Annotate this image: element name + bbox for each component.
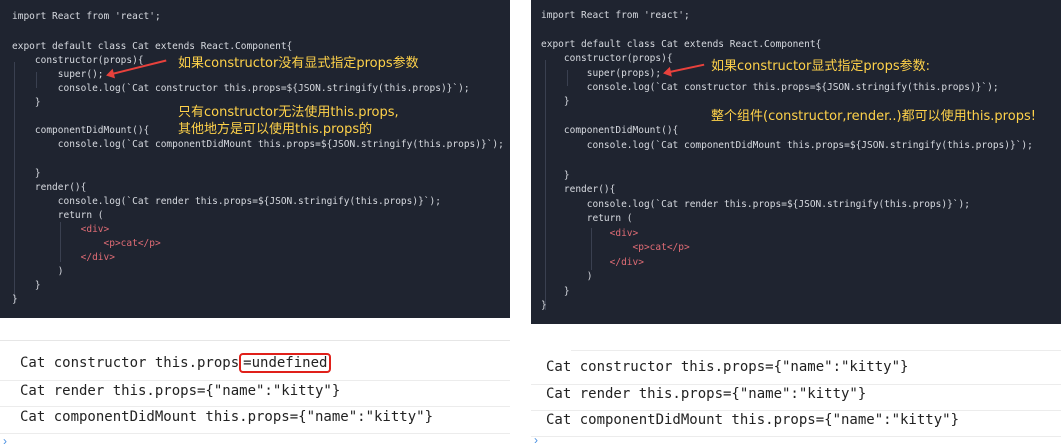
divider [571, 350, 1061, 351]
code-line: import React from 'react'; [12, 11, 161, 22]
code-line: </div> [12, 252, 115, 263]
code-line: console.log(`Cat componentDidMount this.… [541, 140, 1033, 151]
code-line: super(); [12, 69, 104, 80]
console-text: Cat constructor this.props [20, 355, 240, 371]
console-prompt-icon[interactable]: › [534, 433, 538, 447]
annotation-note: 其他地方是可以使用this.props的 [178, 122, 373, 137]
divider [0, 380, 510, 381]
code-line: <p>cat</p> [541, 242, 690, 253]
code-line: } [12, 168, 41, 179]
code-line: } [12, 280, 41, 291]
code-line: </div> [541, 257, 644, 268]
divider [0, 406, 510, 407]
code-line: render(){ [541, 184, 616, 195]
code-line: } [12, 97, 41, 108]
code-line: } [541, 300, 547, 311]
annotation-note: 如果constructor没有显式指定props参数 [178, 56, 419, 71]
code-line: console.log(`Cat constructor this.props=… [12, 83, 470, 94]
red-arrow-icon [664, 63, 705, 74]
code-line: constructor(props){ [541, 53, 673, 64]
console-line: Cat constructor this.props={"name":"kitt… [546, 359, 909, 375]
console-prompt-icon[interactable]: › [3, 434, 7, 448]
console-line: Cat render this.props={"name":"kitty"} [20, 383, 341, 399]
code-editor-left: import React from 'react'; export defaul… [0, 0, 510, 318]
divider [531, 436, 1061, 437]
code-line: console.log(`Cat componentDidMount this.… [12, 139, 504, 150]
code-line: return ( [541, 213, 633, 224]
code-line: <div> [12, 224, 110, 235]
code-line: return ( [12, 210, 104, 221]
console-output-left: Cat constructor this.props =undefined Cat… [0, 340, 510, 448]
code-editor-right: import React from 'react'; export defaul… [531, 0, 1061, 324]
code-line: console.log(`Cat render this.props=${JSO… [12, 196, 441, 207]
divider [531, 384, 1061, 385]
code-line: ) [541, 271, 593, 282]
annotation-note: 整个组件(constructor,render..)都可以使用this.prop… [711, 109, 1036, 124]
code-line: console.log(`Cat render this.props=${JSO… [541, 199, 970, 210]
code-line: <p>cat</p> [12, 238, 161, 249]
code-line: import React from 'react'; [541, 10, 690, 21]
console-line: Cat constructor this.props =undefined [20, 353, 332, 373]
console-line: Cat render this.props={"name":"kitty"} [546, 386, 867, 402]
code-line: super(props); [541, 68, 662, 79]
divider [531, 410, 1061, 411]
annotation-note: 如果constructor显式指定props参数: [711, 59, 931, 74]
code-line: console.log(`Cat constructor this.props=… [541, 82, 999, 93]
divider [0, 433, 510, 434]
code-line: <div> [541, 228, 639, 239]
code-line: componentDidMount(){ [12, 125, 150, 136]
code-line: } [541, 286, 570, 297]
code-line: ) [12, 266, 64, 277]
code-line: export default class Cat extends React.C… [541, 39, 822, 50]
code-line: constructor(props){ [12, 55, 144, 66]
console-line: Cat componentDidMount this.props={"name"… [20, 409, 434, 425]
code-line: render(){ [12, 182, 87, 193]
code-line: } [541, 170, 570, 181]
code-line: componentDidMount(){ [541, 125, 679, 136]
console-output-right: Cat constructor this.props={"name":"kitt… [531, 340, 1061, 447]
code-line: } [12, 294, 18, 305]
highlighted-value: =undefined [239, 353, 332, 373]
console-line: Cat componentDidMount this.props={"name"… [546, 412, 960, 428]
code-line: } [541, 96, 570, 107]
